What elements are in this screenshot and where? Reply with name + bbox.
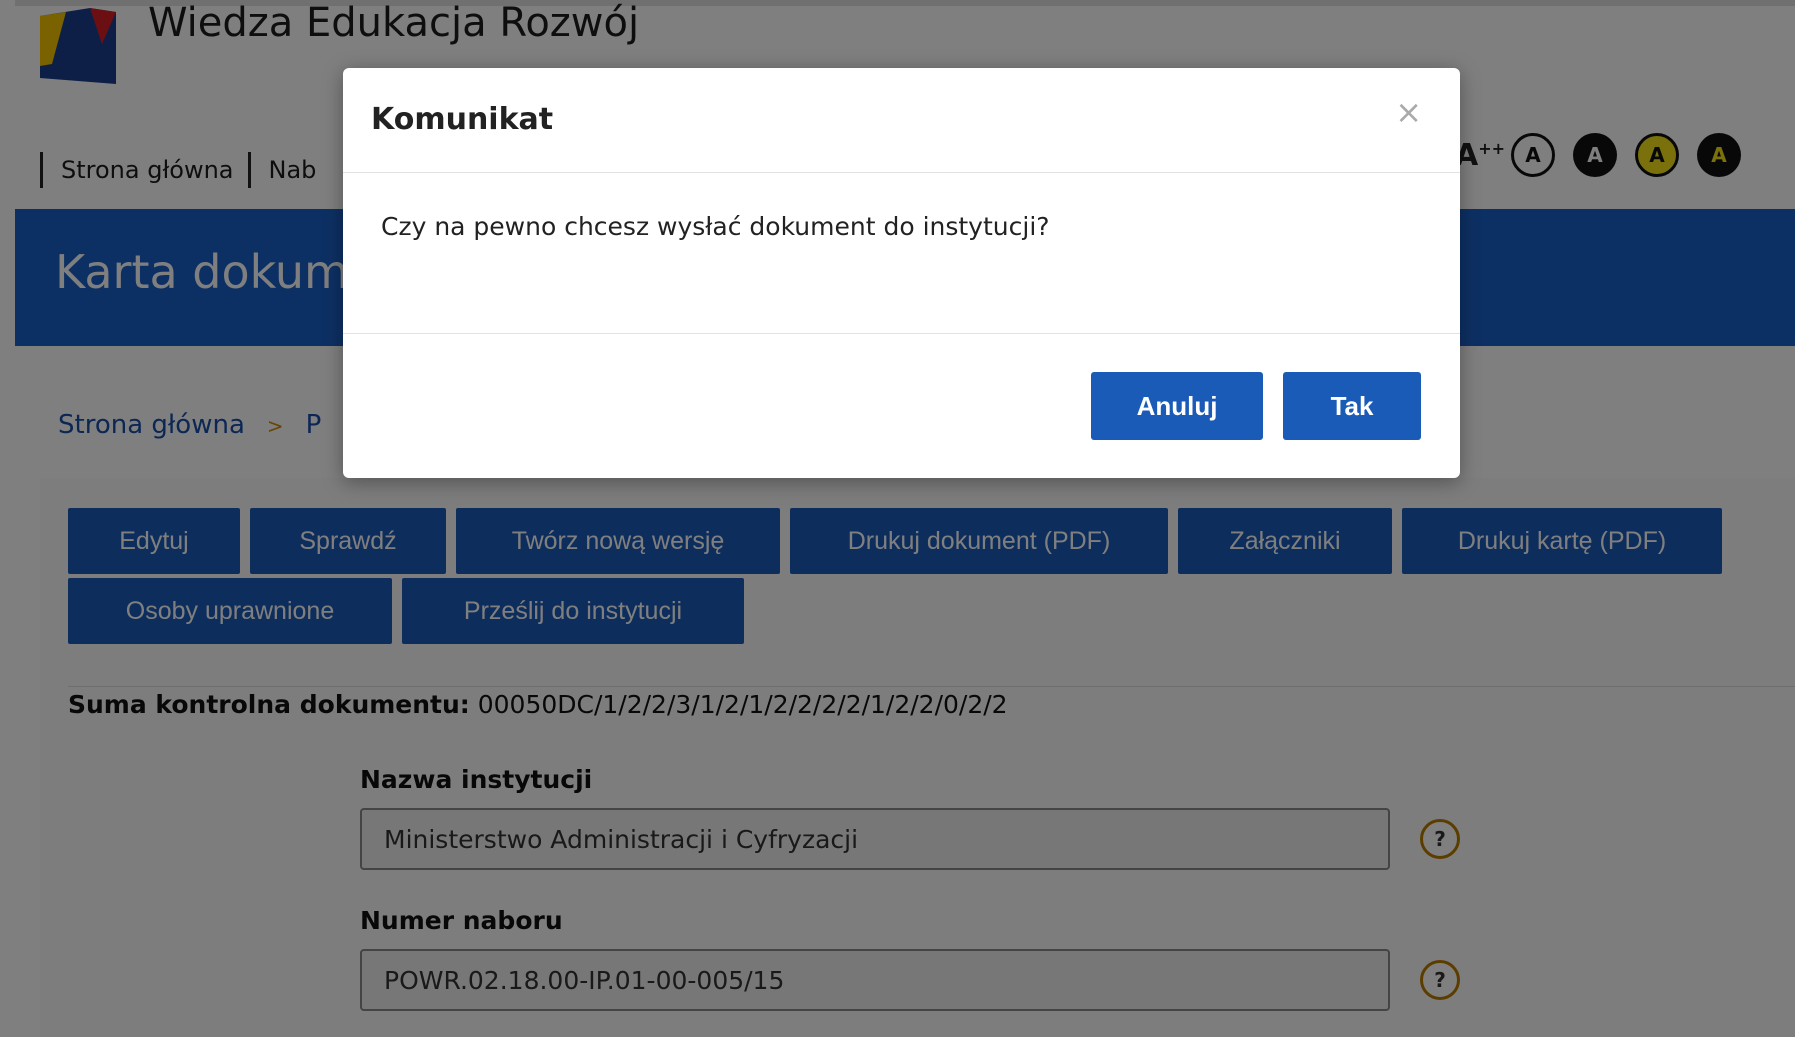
dialog-title: Komunikat <box>371 102 554 137</box>
dialog-header: Komunikat × <box>343 68 1460 173</box>
close-icon[interactable]: × <box>1395 96 1422 128</box>
confirm-button[interactable]: Tak <box>1283 372 1421 440</box>
confirm-dialog: Komunikat × Czy na pewno chcesz wysłać d… <box>343 68 1460 478</box>
dialog-footer-divider <box>343 333 1460 334</box>
dialog-message: Czy na pewno chcesz wysłać dokument do i… <box>381 212 1050 241</box>
cancel-button[interactable]: Anuluj <box>1091 372 1263 440</box>
